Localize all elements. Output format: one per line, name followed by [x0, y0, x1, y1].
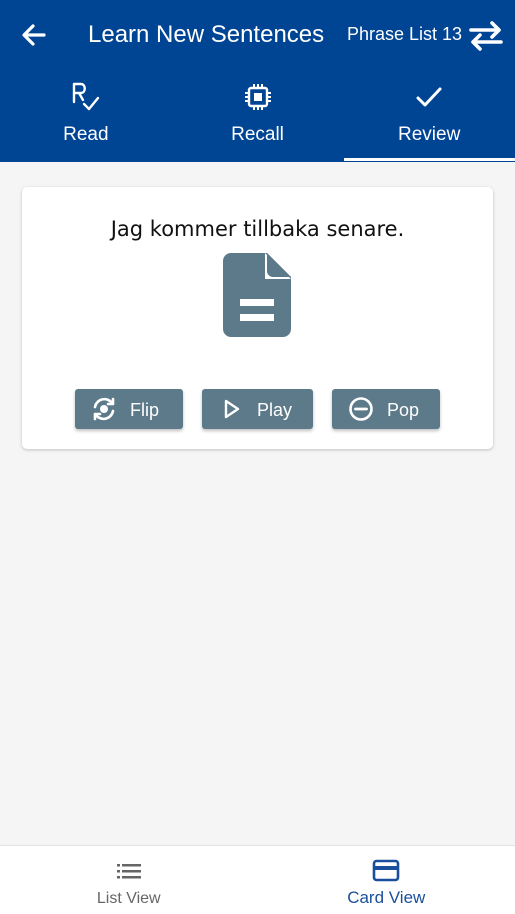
sentence-text: Jag kommer tillbaka senare.	[110, 217, 405, 241]
chip-icon	[244, 84, 271, 110]
prescription-check-icon	[72, 82, 100, 111]
tab-review-label: Review	[398, 124, 461, 145]
nav-card-view[interactable]: Card View	[258, 846, 515, 914]
bottom-navigation: List View Card View	[0, 845, 515, 914]
tab-bar: Read Recall Review	[0, 72, 515, 162]
nav-list-view-label: List View	[96, 890, 161, 907]
checkmark-icon	[416, 87, 442, 107]
tab-read[interactable]: Read	[0, 72, 172, 162]
card-icon	[372, 859, 400, 882]
phrase-list-selector[interactable]: Phrase List 13	[347, 24, 462, 45]
sentence-card: Jag kommer tillbaka senare. Flip Play Po…	[22, 187, 493, 449]
nav-card-view-label: Card View	[347, 888, 426, 907]
pop-button-label: Pop	[387, 400, 420, 420]
page-title: Learn New Sentences	[88, 21, 325, 48]
top-row: Learn New Sentences Phrase List 13	[0, 0, 515, 72]
list-icon	[116, 864, 141, 879]
tab-recall[interactable]: Recall	[172, 72, 344, 162]
active-tab-indicator	[344, 158, 515, 161]
play-icon	[224, 399, 240, 419]
flip-button[interactable]: Flip	[75, 389, 183, 429]
document-icon	[223, 253, 291, 337]
pop-button[interactable]: Pop	[332, 389, 440, 429]
swap-button[interactable]	[466, 18, 506, 54]
nav-list-view[interactable]: List View	[0, 846, 258, 914]
back-button[interactable]	[14, 18, 54, 52]
tab-recall-label: Recall	[231, 124, 284, 145]
play-button[interactable]: Play	[202, 389, 313, 429]
play-button-label: Play	[257, 400, 293, 420]
flip-camera-icon	[93, 397, 115, 421]
tab-review[interactable]: Review	[343, 72, 515, 162]
flip-button-label: Flip	[130, 400, 160, 420]
tab-read-label: Read	[63, 124, 109, 145]
swap-arrows-icon	[469, 21, 503, 51]
arrow-left-icon	[22, 24, 46, 46]
app-bar: Learn New Sentences Phrase List 13 Read …	[0, 0, 515, 162]
minus-circle-icon	[349, 397, 373, 421]
